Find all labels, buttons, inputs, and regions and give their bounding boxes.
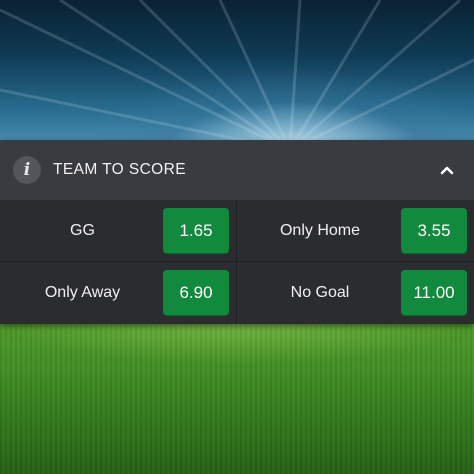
market-panel: i TEAM TO SCORE GG 1.65 Only Home 3.55 O… <box>0 140 474 324</box>
market-header[interactable]: i TEAM TO SCORE <box>0 140 474 201</box>
selections-grid: GG 1.65 Only Home 3.55 Only Away 6.90 No… <box>0 201 474 323</box>
selection-gg[interactable]: GG 1.65 <box>0 201 237 262</box>
sky-background <box>0 0 474 160</box>
odds-button[interactable]: 6.90 <box>163 269 229 316</box>
selection-label: Only Away <box>44 283 121 301</box>
selection-only-away[interactable]: Only Away 6.90 <box>0 262 237 323</box>
market-title: TEAM TO SCORE <box>53 161 186 178</box>
odds-button[interactable]: 3.55 <box>401 208 467 254</box>
odds-button[interactable]: 11.00 <box>401 269 467 316</box>
info-icon[interactable]: i <box>13 156 41 184</box>
selection-label: Only Home <box>279 222 361 239</box>
selection-label: No Goal <box>290 283 350 301</box>
odds-button[interactable]: 1.65 <box>163 208 229 254</box>
light-rays <box>0 0 474 152</box>
stadium-background: i TEAM TO SCORE GG 1.65 Only Home 3.55 O… <box>0 0 474 474</box>
selection-no-goal[interactable]: No Goal 11.00 <box>237 262 474 323</box>
selection-label: GG <box>70 222 95 239</box>
chevron-up-icon[interactable] <box>434 156 460 184</box>
selection-only-home[interactable]: Only Home 3.55 <box>237 201 474 262</box>
pitch-background <box>0 322 474 474</box>
